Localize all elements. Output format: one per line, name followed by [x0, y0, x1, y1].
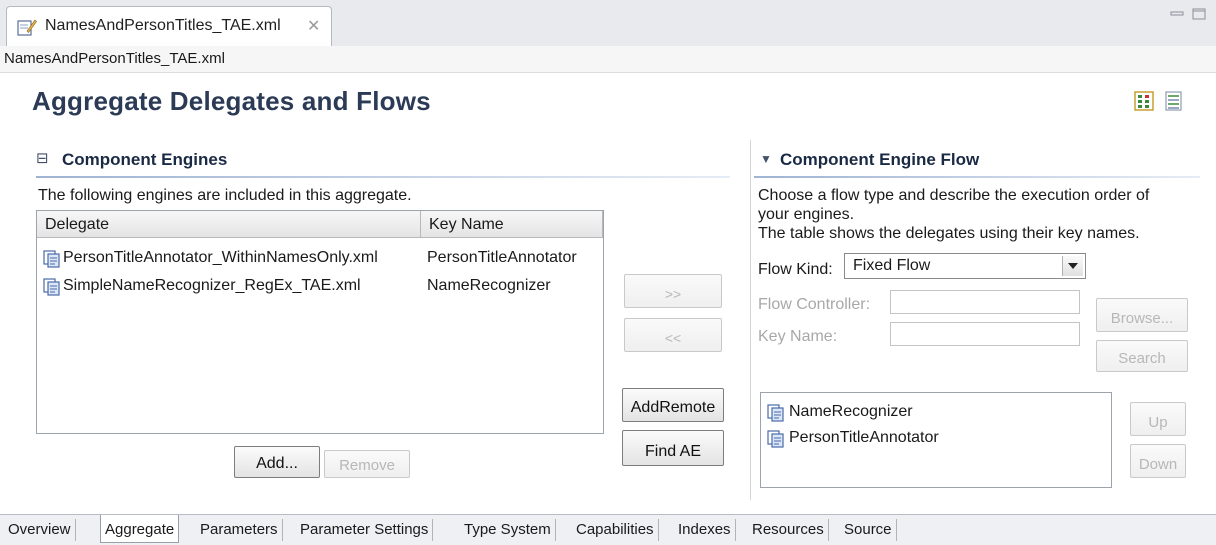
dropdown-button[interactable] — [1062, 256, 1083, 276]
column-header-key-name[interactable]: Key Name — [421, 211, 603, 238]
section-divider — [36, 176, 730, 178]
collapse-icon[interactable]: ▼ — [760, 152, 772, 166]
maximize-icon[interactable] — [1192, 8, 1206, 20]
section-divider — [754, 176, 1200, 178]
table-row[interactable]: PersonTitleAnnotator_WithinNamesOnly.xml… — [37, 245, 603, 273]
overview-layout-icon[interactable] — [1134, 90, 1154, 112]
flow-kind-value: Fixed Flow — [853, 257, 931, 274]
flow-kind-label: Flow Kind: — [758, 261, 833, 278]
tab-capabilities[interactable]: Capabilities — [572, 519, 659, 541]
flow-order-list[interactable]: NameRecognizer PersonTitleAnnotator — [760, 392, 1112, 488]
engine-flow-description: Choose a flow type and describe the exec… — [758, 186, 1208, 243]
flow-item-label: NameRecognizer — [789, 403, 913, 420]
tab-parameters[interactable]: Parameters — [196, 519, 283, 541]
move-right-button[interactable]: >> — [624, 274, 722, 308]
list-layout-icon[interactable] — [1164, 90, 1184, 112]
flow-item-label: PersonTitleAnnotator — [789, 429, 939, 446]
tab-resources[interactable]: Resources — [748, 519, 829, 541]
tab-aggregate[interactable]: Aggregate — [100, 515, 180, 543]
editor-tab[interactable]: NamesAndPersonTitles_TAE.xml ✕ — [6, 6, 332, 46]
delegate-key-name: NameRecognizer — [427, 277, 551, 294]
tab-type-system[interactable]: Type System — [460, 519, 556, 541]
delegates-table[interactable]: Delegate Key Name PersonTitleAnnotator_W… — [36, 210, 604, 434]
tab-parameter-settings[interactable]: Parameter Settings — [296, 519, 434, 541]
flow-controller-field[interactable] — [890, 290, 1080, 314]
engine-flow-title: Component Engine Flow — [780, 150, 980, 169]
component-engines-description: The following engines are included in th… — [38, 187, 412, 204]
delegate-key-name: PersonTitleAnnotator — [427, 249, 577, 266]
descriptor-icon — [43, 278, 60, 296]
delegate-name: SimpleNameRecognizer_RegEx_TAE.xml — [63, 277, 361, 294]
file-path-bar: NamesAndPersonTitles_TAE.xml — [0, 46, 1216, 73]
up-button[interactable]: Up — [1130, 402, 1186, 436]
list-item[interactable]: NameRecognizer — [761, 399, 1111, 427]
editor-tab-strip: NamesAndPersonTitles_TAE.xml ✕ — [0, 0, 1216, 47]
add-button[interactable]: Add... — [234, 446, 320, 478]
remove-button[interactable]: Remove — [324, 450, 410, 478]
descriptor-icon — [767, 404, 784, 422]
column-header-delegate[interactable]: Delegate — [37, 211, 421, 238]
close-icon[interactable]: ✕ — [307, 16, 320, 36]
page-title: Aggregate Delegates and Flows — [32, 86, 431, 116]
description-line: your engines. — [758, 206, 855, 223]
list-item[interactable]: PersonTitleAnnotator — [761, 425, 1111, 453]
minimize-icon[interactable] — [1170, 8, 1184, 20]
add-remote-button[interactable]: AddRemote — [622, 388, 724, 422]
key-name-field[interactable] — [890, 322, 1080, 346]
component-engines-title: Component Engines — [62, 150, 228, 169]
collapse-icon[interactable]: ⊟ — [36, 149, 49, 167]
delegate-name: PersonTitleAnnotator_WithinNamesOnly.xml — [63, 249, 378, 266]
descriptor-icon — [767, 430, 784, 448]
file-path: NamesAndPersonTitles_TAE.xml — [4, 50, 225, 67]
chevron-down-icon — [1068, 263, 1078, 269]
key-name-label: Key Name: — [758, 328, 838, 345]
table-row[interactable]: SimpleNameRecognizer_RegEx_TAE.xml NameR… — [37, 273, 603, 301]
flow-controller-label: Flow Controller: — [758, 296, 871, 313]
search-button[interactable]: Search — [1096, 340, 1188, 372]
descriptor-icon — [43, 250, 60, 268]
down-button[interactable]: Down — [1130, 444, 1186, 478]
tab-indexes[interactable]: Indexes — [674, 519, 736, 541]
find-ae-button[interactable]: Find AE — [622, 430, 724, 466]
tab-overview[interactable]: Overview — [4, 519, 76, 541]
flow-kind-select[interactable]: Fixed Flow — [844, 253, 1086, 279]
xml-editor-icon — [17, 19, 37, 36]
browse-button[interactable]: Browse... — [1096, 298, 1188, 332]
tab-source[interactable]: Source — [840, 519, 897, 541]
editor-page-tabs: Overview Aggregate Parameters Parameter … — [0, 514, 1216, 545]
description-line: Choose a flow type and describe the exec… — [758, 187, 1150, 204]
description-line: The table shows the delegates using thei… — [758, 225, 1140, 242]
section-separator — [750, 140, 751, 500]
editor-tab-label: NamesAndPersonTitles_TAE.xml — [45, 17, 281, 34]
move-left-button[interactable]: << — [624, 318, 722, 352]
